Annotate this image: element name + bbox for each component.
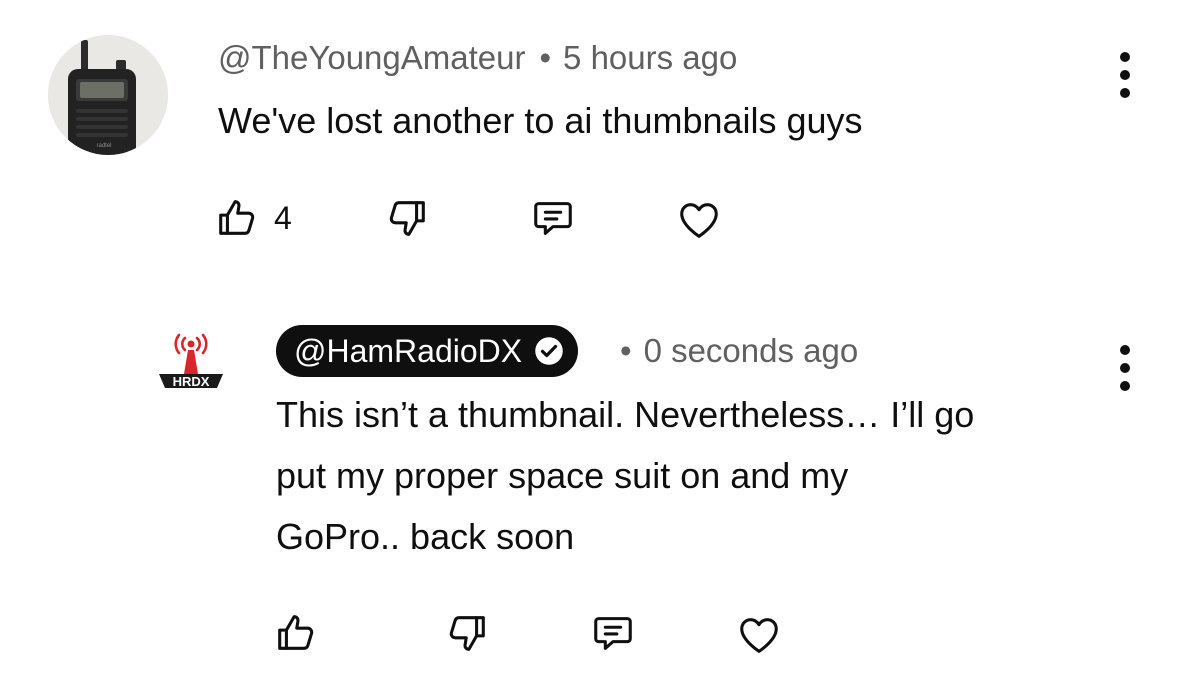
reply-text-line: GoPro.. back soon <box>276 516 575 557</box>
reply-text: This isn’t a thumbnail. Nevertheless… I’… <box>276 384 974 567</box>
comment-icon[interactable] <box>590 610 636 656</box>
thumbs-up-icon[interactable] <box>214 195 260 241</box>
heart-icon[interactable] <box>736 612 782 658</box>
walkie-talkie-avatar-image: radtel <box>48 35 168 155</box>
comment-timestamp[interactable]: 5 hours ago <box>563 39 737 76</box>
author-badge[interactable]: @HamRadioDX <box>276 325 579 377</box>
comment-text: We've lost another to ai thumbnails guys <box>218 100 863 141</box>
like-count: 4 <box>274 200 292 236</box>
thumbs-down-icon[interactable] <box>384 195 430 241</box>
thumbs-down-icon[interactable] <box>444 610 490 656</box>
meta-separator: • <box>620 332 632 369</box>
reply-avatar[interactable]: HRDX <box>155 320 227 400</box>
comment-icon[interactable] <box>530 195 576 241</box>
comment-handle[interactable]: @TheYoungAmateur <box>218 39 525 76</box>
avatar-brand-text: radtel <box>96 143 111 149</box>
comment-meta: @TheYoungAmateur • 5 hours ago <box>218 38 737 78</box>
reply-text-line: This isn’t a thumbnail. Nevertheless… I’… <box>276 394 975 435</box>
meta-separator: • <box>539 39 552 76</box>
reply-handle: @HamRadioDX <box>294 332 523 369</box>
more-vertical-icon[interactable] <box>1115 345 1135 399</box>
avatar-logo-text: HRDX <box>173 374 210 389</box>
heart-icon[interactable] <box>676 197 722 243</box>
thumbs-up-icon[interactable] <box>273 610 319 656</box>
verified-check-icon <box>535 337 563 365</box>
commenter-avatar[interactable]: radtel <box>48 35 168 155</box>
hrdx-logo-icon: HRDX <box>159 333 223 389</box>
reply-timestamp[interactable]: 0 seconds ago <box>644 332 859 369</box>
more-vertical-icon[interactable] <box>1115 52 1135 106</box>
reply-text-line: put my proper space suit on and my <box>276 455 849 496</box>
reply-meta: • 0 seconds ago <box>608 331 858 371</box>
